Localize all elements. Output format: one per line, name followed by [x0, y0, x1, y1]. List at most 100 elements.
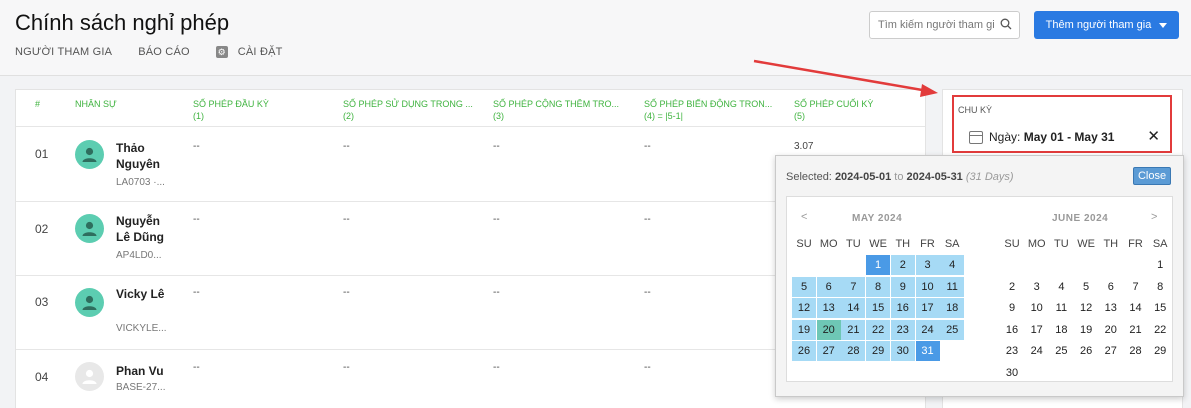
tab-participants[interactable]: NGƯỜI THAM GIA [15, 46, 112, 58]
calendar-day[interactable]: 13 [1099, 298, 1123, 318]
search-icon[interactable] [1000, 18, 1012, 30]
calendar-day[interactable]: 12 [792, 298, 816, 318]
calendar-day[interactable]: 25 [940, 319, 965, 340]
settings-icon: ⚙ [215, 46, 228, 58]
weekday-label: FR [920, 238, 935, 250]
employee-name[interactable]: Phan Vu [116, 363, 196, 379]
column-header-closing-balance[interactable]: SỐ PHÉP CUỐI KỲ (5) [794, 98, 873, 122]
calendar-day[interactable]: 23 [1000, 341, 1024, 361]
calendar-day[interactable]: 19 [792, 319, 816, 340]
calendar-day[interactable]: 16 [1000, 320, 1024, 340]
calendar-day[interactable]: 10 [915, 276, 940, 297]
calendar-day[interactable]: 22 [1148, 320, 1172, 340]
calendar-day[interactable]: 5 [1074, 277, 1098, 297]
prev-month-button[interactable]: < [801, 211, 807, 223]
calendar-day[interactable]: 25 [1049, 341, 1073, 361]
calendar-day[interactable]: 23 [890, 319, 915, 340]
employee-name[interactable]: Thảo Nguyên [116, 140, 176, 172]
opening-balance: -- [193, 141, 200, 152]
search-input[interactable] [870, 12, 995, 38]
column-header-added[interactable]: SỐ PHÉP CỘNG THÊM TRO... (3) [493, 98, 619, 122]
calendar-day[interactable]: 28 [1124, 341, 1148, 361]
row-index: 01 [35, 147, 49, 161]
calendar-day[interactable]: 22 [866, 319, 891, 340]
weekday-label: SU [1004, 238, 1020, 250]
change: -- [644, 214, 651, 225]
weekday-label: MO [819, 238, 838, 250]
calendar-day[interactable]: 30 [1000, 363, 1024, 383]
calendar-day[interactable]: 4 [940, 255, 965, 275]
closing-balance: 3.07 [794, 141, 814, 152]
calendar-day[interactable]: 3 [1025, 277, 1049, 297]
calendar-day[interactable]: 2 [1000, 277, 1024, 297]
column-header-used[interactable]: SỐ PHÉP SỬ DỤNG TRONG ... (2) [343, 98, 473, 122]
calendar-day[interactable]: 20 [816, 319, 841, 340]
calendar-day[interactable]: 19 [1074, 320, 1098, 340]
range-end: 2024-05-31 [906, 171, 963, 183]
calendar-day[interactable]: 4 [1049, 277, 1073, 297]
calendar-day[interactable]: 17 [915, 298, 940, 318]
calendar-day[interactable]: 17 [1025, 320, 1049, 340]
calendar-day[interactable]: 6 [816, 276, 841, 297]
column-header-opening-balance[interactable]: SỐ PHÉP ĐẦU KỲ (1) [193, 98, 269, 122]
employee-name[interactable]: Vicky Lê [116, 286, 176, 302]
calendar-day[interactable]: 18 [940, 298, 965, 318]
selected-range: Selected: 2024-05-01 to 2024-05-31 (31 D… [786, 171, 1014, 183]
column-header-employee[interactable]: NHÂN SỰ [75, 98, 117, 110]
row-index: 02 [35, 222, 49, 236]
opening-balance: -- [193, 214, 200, 225]
tab-settings-label: CÀI ĐẶT [237, 46, 283, 58]
calendar-day[interactable]: 29 [866, 341, 891, 361]
column-header-change[interactable]: SỐ PHÉP BIẾN ĐỘNG TRON... (4) = |5-1| [644, 98, 772, 122]
calendar-day[interactable]: 5 [792, 276, 816, 297]
calendar-day[interactable]: 14 [841, 298, 866, 318]
calendar-day[interactable]: 11 [940, 276, 965, 297]
calendar-day[interactable]: 6 [1099, 277, 1123, 297]
calendar-day[interactable]: 1 [1148, 255, 1172, 275]
calendar-day[interactable]: 15 [1148, 298, 1172, 318]
tab-reports[interactable]: BÁO CÁO [138, 46, 190, 58]
calendar-day[interactable]: 1 [866, 255, 891, 275]
search-box[interactable] [869, 11, 1020, 39]
calendar-day[interactable]: 24 [1025, 341, 1049, 361]
add-participant-button[interactable]: Thêm người tham gia [1034, 11, 1179, 39]
calendar-day[interactable]: 28 [841, 341, 866, 361]
close-button[interactable]: Close [1133, 167, 1171, 185]
calendar-day[interactable]: 11 [1049, 298, 1073, 318]
calendar-day[interactable]: 12 [1074, 298, 1098, 318]
calendar-day[interactable]: 24 [915, 319, 940, 340]
calendar-day[interactable]: 18 [1049, 320, 1073, 340]
calendar-day[interactable]: 26 [792, 341, 816, 361]
calendar-day[interactable]: 7 [1124, 277, 1148, 297]
calendar-day[interactable]: 30 [890, 341, 915, 361]
employee-name[interactable]: Nguyễn Lê Dũng [116, 213, 176, 245]
calendar-day[interactable]: 27 [1099, 341, 1123, 361]
added: -- [493, 362, 500, 373]
calendar-day[interactable]: 9 [1000, 298, 1024, 318]
calendar-day[interactable]: 21 [1124, 320, 1148, 340]
calendar-day[interactable]: 14 [1124, 298, 1148, 318]
calendar-day[interactable]: 7 [841, 276, 866, 297]
calendar-day[interactable]: 29 [1148, 341, 1172, 361]
calendar-day[interactable]: 9 [890, 276, 915, 297]
calendar-day[interactable]: 26 [1074, 341, 1098, 361]
calendar-day[interactable]: 15 [866, 298, 891, 318]
tab-settings[interactable]: ⚙ CÀI ĐẶT [215, 46, 283, 58]
close-icon[interactable]: ✕ [1147, 127, 1160, 145]
period-chip[interactable]: Ngày: May 01 - May 31 [969, 130, 1114, 144]
calendar-day[interactable]: 13 [816, 298, 841, 318]
calendar-day[interactable]: 20 [1099, 320, 1123, 340]
calendar-day[interactable]: 10 [1025, 298, 1049, 318]
weekday-label: FR [1128, 238, 1143, 250]
calendar-day[interactable]: 8 [1148, 277, 1172, 297]
user-icon [82, 147, 97, 162]
next-month-button[interactable]: > [1151, 211, 1157, 223]
calendar-day[interactable]: 27 [816, 341, 841, 361]
weekday-label: TH [1103, 238, 1119, 250]
calendar-day[interactable]: 3 [915, 255, 940, 275]
calendar-day[interactable]: 16 [890, 298, 915, 318]
calendar-day[interactable]: 2 [890, 255, 915, 275]
calendar-day[interactable]: 31 [915, 341, 940, 361]
calendar-day[interactable]: 8 [866, 276, 891, 297]
calendar-day[interactable]: 21 [841, 319, 866, 340]
